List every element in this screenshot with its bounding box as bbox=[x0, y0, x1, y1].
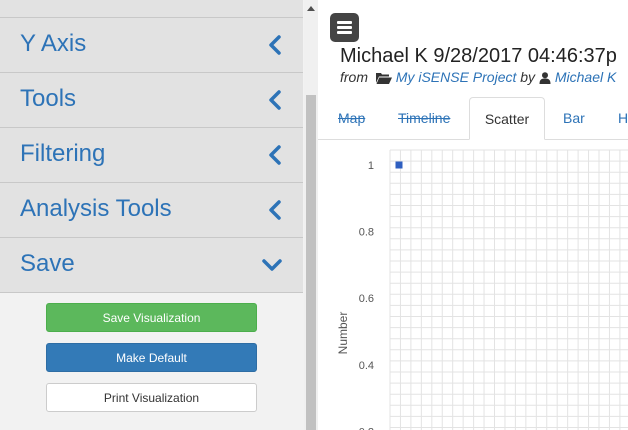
hamburger-bar bbox=[337, 21, 352, 24]
page-title: Michael K 9/28/2017 04:46:37p bbox=[340, 45, 617, 67]
accordion-filtering[interactable]: Filtering bbox=[0, 128, 303, 183]
y-tick-label: 0.6 bbox=[359, 293, 374, 305]
tab-timeline[interactable]: Timeline bbox=[398, 97, 450, 139]
accordion-tools-label: Tools bbox=[20, 85, 77, 112]
save-visualization-button[interactable]: Save Visualization bbox=[46, 303, 257, 332]
tab-map[interactable]: Map bbox=[338, 97, 365, 139]
hamburger-menu-button[interactable] bbox=[330, 13, 359, 42]
y-tick-label: 0.8 bbox=[359, 227, 374, 239]
y-tick-label: 0.2 bbox=[359, 426, 374, 430]
chart-grid bbox=[389, 149, 628, 430]
scatter-point[interactable] bbox=[395, 161, 403, 169]
chevron-left-icon[interactable] bbox=[267, 199, 283, 221]
chevron-left-icon[interactable] bbox=[267, 89, 283, 111]
scrollbar-thumb[interactable] bbox=[306, 95, 316, 430]
visualization-tabs: Map Timeline Scatter Bar H bbox=[318, 97, 628, 140]
scatter-chart[interactable]: 1 0.8 0.6 0.4 0.2 Number bbox=[318, 140, 628, 430]
accordion-analysis-tools-label: Analysis Tools bbox=[20, 195, 172, 222]
accordion-save[interactable]: Save bbox=[0, 238, 303, 293]
scroll-up-arrow-icon[interactable] bbox=[307, 6, 315, 11]
project-meta: from My iSENSE Project by Michael K bbox=[340, 69, 616, 85]
user-icon bbox=[539, 72, 551, 84]
by-label: by bbox=[520, 69, 536, 85]
y-tick-label: 1 bbox=[368, 160, 374, 172]
sidebar: Y Axis Tools Filtering Analysis Tools Sa… bbox=[0, 0, 304, 430]
y-axis-label: Number bbox=[336, 312, 350, 355]
accordion-analysis-tools[interactable]: Analysis Tools bbox=[0, 183, 303, 238]
scrollbar[interactable] bbox=[304, 0, 318, 430]
accordion-filtering-label: Filtering bbox=[20, 140, 106, 167]
make-default-button[interactable]: Make Default bbox=[46, 343, 257, 372]
tab-scatter[interactable]: Scatter bbox=[469, 97, 545, 140]
hamburger-bar bbox=[337, 26, 352, 29]
tab-bar[interactable]: Bar bbox=[563, 97, 585, 139]
chart-area: 1 0.8 0.6 0.4 0.2 Number bbox=[318, 140, 628, 430]
main-panel: Michael K 9/28/2017 04:46:37p from My iS… bbox=[318, 0, 628, 430]
chevron-down-icon[interactable] bbox=[261, 257, 283, 273]
project-link[interactable]: My iSENSE Project bbox=[396, 69, 517, 85]
from-label: from bbox=[340, 69, 368, 85]
accordion-item-partial[interactable] bbox=[0, 0, 303, 18]
print-visualization-button[interactable]: Print Visualization bbox=[46, 383, 257, 412]
tab-histogram-partial[interactable]: H bbox=[618, 97, 628, 139]
accordion-y-axis-label: Y Axis bbox=[20, 30, 87, 57]
accordion-save-label: Save bbox=[20, 250, 75, 277]
folder-open-icon bbox=[375, 73, 392, 84]
y-tick-label: 0.4 bbox=[359, 360, 374, 372]
chevron-left-icon[interactable] bbox=[267, 34, 283, 56]
hamburger-bar bbox=[337, 31, 352, 34]
accordion-tools[interactable]: Tools bbox=[0, 73, 303, 128]
accordion-y-axis[interactable]: Y Axis bbox=[0, 18, 303, 73]
user-link[interactable]: Michael K bbox=[555, 69, 616, 85]
chevron-left-icon[interactable] bbox=[267, 144, 283, 166]
